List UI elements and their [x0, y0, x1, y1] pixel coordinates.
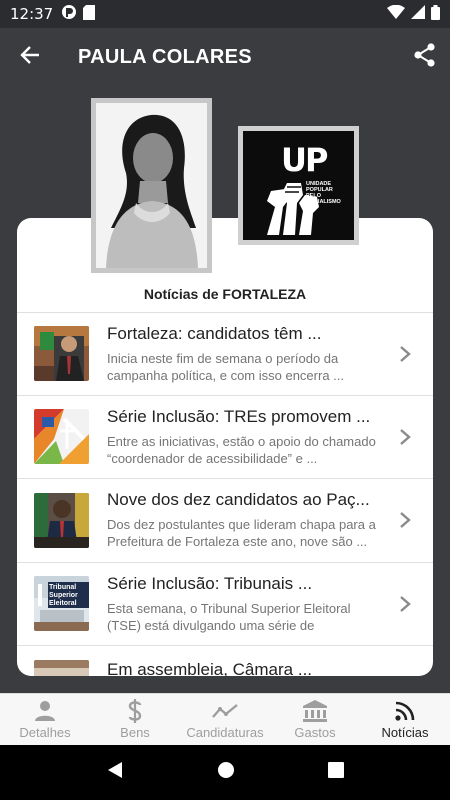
rss-icon: [395, 699, 415, 723]
nav-noticias[interactable]: Notícias: [360, 694, 450, 745]
news-summary: Entre as iniciativas, estão o apoio do c…: [107, 433, 376, 466]
party-abbr: UP: [281, 141, 328, 179]
system-nav-bar: [0, 745, 450, 800]
news-title: Fortaleza: candidatos têm ...: [107, 323, 322, 343]
nav-candidaturas[interactable]: Candidaturas: [180, 694, 270, 745]
news-item[interactable]: Série Inclusão: TREs promovem ... Entre …: [17, 396, 433, 479]
wifi-icon: [387, 4, 405, 23]
news-item[interactable]: Tribunal Superior Eleitoral Série Inclus…: [17, 563, 433, 646]
nav-label: Bens: [120, 725, 150, 740]
home-circle-icon[interactable]: [217, 761, 235, 784]
share-icon: [414, 42, 436, 72]
nav-label: Candidaturas: [186, 725, 264, 740]
status-time: 12:37: [10, 5, 54, 23]
person-icon: [34, 699, 56, 723]
app-bar: PAULA COLARES: [0, 28, 450, 86]
raised-fists-icon: [261, 177, 323, 240]
news-summary: Inicia neste fim de semana o período da …: [107, 350, 345, 383]
news-thumbnail: [34, 660, 89, 676]
nav-label: Notícias: [381, 725, 429, 740]
arrow-left-icon: [20, 45, 40, 69]
news-thumbnail: [34, 326, 89, 382]
app-notification-icon: [61, 4, 77, 24]
news-item[interactable]: Em assembleia, Câmara ...: [17, 646, 433, 676]
news-item[interactable]: Fortaleza: candidatos têm ... Inicia nes…: [17, 312, 433, 396]
chevron-right-icon: [399, 511, 411, 529]
news-title: Nove dos dez candidatos ao Paç...: [107, 490, 370, 510]
signal-icon: [411, 5, 425, 23]
news-summary: Esta semana, o Tribunal Superior Eleitor…: [107, 600, 351, 633]
news-list: Fortaleza: candidatos têm ... Inicia nes…: [17, 312, 433, 676]
back-triangle-icon[interactable]: [106, 761, 124, 784]
bank-icon: [303, 699, 327, 723]
news-summary: Dos dez postulantes que lideram chapa pa…: [107, 517, 376, 550]
nav-label: Gastos: [294, 725, 336, 740]
news-title: Série Inclusão: Tribunais ...: [107, 573, 313, 593]
thumb-sign-text: Tribunal Superior Eleitoral: [49, 584, 78, 608]
news-thumbnail: [34, 409, 89, 465]
nav-gastos[interactable]: Gastos: [270, 694, 360, 745]
chevron-right-icon: [399, 428, 411, 446]
news-heading: Notícias de FORTALEZA: [143, 286, 307, 302]
party-logo: UP UNIDADE POPULAR PELO SOCIALISMO: [238, 126, 359, 245]
nav-detalhes[interactable]: Detalhes: [0, 694, 90, 745]
bottom-nav: Detalhes Bens Candidaturas Gastos Notíci…: [0, 693, 450, 745]
back-button[interactable]: [0, 28, 60, 86]
dollar-icon: [128, 699, 142, 723]
news-item[interactable]: Nove dos dez candidatos ao Paç... Dos de…: [17, 479, 433, 563]
news-thumbnail: Tribunal Superior Eleitoral: [34, 576, 89, 632]
news-card: Notícias de FORTALEZA Fortaleza: candida…: [17, 218, 433, 676]
chevron-right-icon: [399, 345, 411, 363]
recents-square-icon[interactable]: [327, 762, 344, 783]
battery-icon: [431, 4, 440, 24]
status-bar: 12:37: [0, 0, 450, 28]
chevron-right-icon: [399, 595, 411, 613]
news-thumbnail: [34, 492, 89, 548]
trend-line-icon: [212, 699, 238, 723]
news-title: Série Inclusão: TREs promovem ...: [107, 406, 371, 426]
nav-bens[interactable]: Bens: [90, 694, 180, 745]
candidate-photo: [91, 98, 212, 273]
sd-card-icon: [83, 4, 96, 24]
news-title: Em assembleia, Câmara ...: [107, 660, 313, 676]
nav-label: Detalhes: [19, 725, 71, 740]
page-title: PAULA COLARES: [78, 45, 252, 68]
share-button[interactable]: [400, 28, 450, 86]
